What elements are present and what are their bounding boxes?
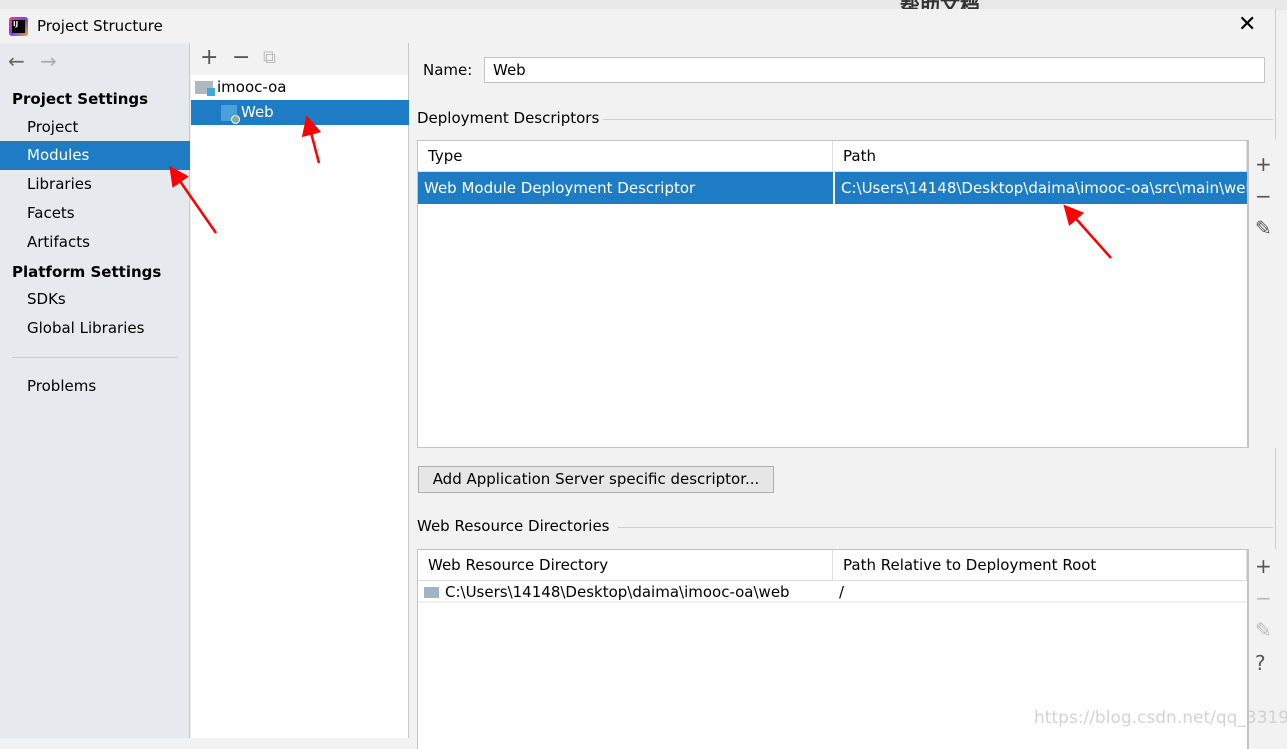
column-header-path[interactable]: Path [833,141,1247,172]
edit-icon[interactable]: ✎ [1255,618,1272,642]
add-icon[interactable]: + [1255,554,1272,578]
project-structure-dialog: IJ Project Structure ✕ ← → Project Setti… [0,9,1276,749]
descriptor-path: C:\Users\14148\Desktop\daima\imooc-oa\sr… [833,172,1247,204]
close-icon[interactable]: ✕ [1238,12,1256,37]
remove-icon[interactable]: − [1255,586,1272,610]
name-label: Name: [423,61,473,79]
tree-item-imooc-oa[interactable]: imooc-oa [191,75,409,100]
divider [618,527,1273,528]
module-folder-icon [195,81,215,96]
sidebar-item-sdks[interactable]: SDKs [0,285,190,314]
sidebar-item-modules[interactable]: Modules [0,141,190,170]
column-header-directory[interactable]: Web Resource Directory [418,550,833,581]
sidebar-item-problems[interactable]: Problems [0,372,190,401]
resource-relative-path: / [839,583,845,601]
tree-item-label: Web [241,103,274,121]
watermark: https://blog.csdn.net/qq_33190134 [1034,708,1287,728]
folder-icon [424,587,439,598]
column-header-relative-path[interactable]: Path Relative to Deployment Root [833,550,1247,581]
tree-item-web[interactable]: Web [191,100,409,125]
modules-panel: + − ⧉ imooc-oa Web [191,43,409,738]
descriptor-actions: + − ✎ [1248,140,1276,448]
sidebar-item-artifacts[interactable]: Artifacts [0,228,190,257]
add-server-descriptor-button[interactable]: Add Application Server specific descript… [418,466,774,493]
name-input[interactable]: Web [484,57,1265,83]
sidebar-item-facets[interactable]: Facets [0,199,190,228]
add-icon[interactable]: + [1255,152,1272,176]
resource-dir: C:\Users\14148\Desktop\daima\imooc-oa\we… [418,581,832,603]
divider [12,357,178,358]
help-icon[interactable]: ? [1255,651,1266,675]
settings-sidebar: ← → Project Settings Project Modules Lib… [0,43,190,738]
sidebar-item-project[interactable]: Project [0,113,190,142]
section-platform-settings: Platform Settings [12,263,162,281]
sidebar-item-global-libraries[interactable]: Global Libraries [0,314,190,343]
tree-item-label: imooc-oa [217,78,287,96]
web-resource-directories-title: Web Resource Directories [417,517,610,535]
forward-icon[interactable]: → [40,49,57,73]
sidebar-item-libraries[interactable]: Libraries [0,170,190,199]
remove-icon[interactable]: − [1255,184,1272,208]
web-facet-icon [221,104,240,124]
facet-detail-panel: Name: Web Deployment Descriptors Type Pa… [410,43,1276,749]
divider [603,119,1273,120]
deployment-descriptors-table: Type Path Web Module Deployment Descript… [417,140,1248,448]
descriptor-type: Web Module Deployment Descriptor [424,179,696,197]
add-icon[interactable]: + [200,45,218,70]
deployment-descriptors-title: Deployment Descriptors [417,109,600,127]
table-row[interactable]: Web Module Deployment Descriptor C:\User… [418,172,1247,204]
back-icon[interactable]: ← [8,49,25,73]
copy-icon[interactable]: ⧉ [263,47,276,68]
column-header-type[interactable]: Type [418,141,833,172]
remove-icon[interactable]: − [232,45,250,70]
title-bar: IJ Project Structure ✕ [0,9,1275,43]
window-title: Project Structure [37,17,163,35]
table-row[interactable]: C:\Users\14148\Desktop\daima\imooc-oa\we… [418,581,1247,603]
intellij-logo-icon: IJ [9,17,28,36]
resource-dir-path: C:\Users\14148\Desktop\daima\imooc-oa\we… [445,583,790,601]
section-project-settings: Project Settings [12,90,149,108]
modules-toolbar: + − ⧉ [191,43,408,75]
edit-icon[interactable]: ✎ [1255,216,1272,240]
